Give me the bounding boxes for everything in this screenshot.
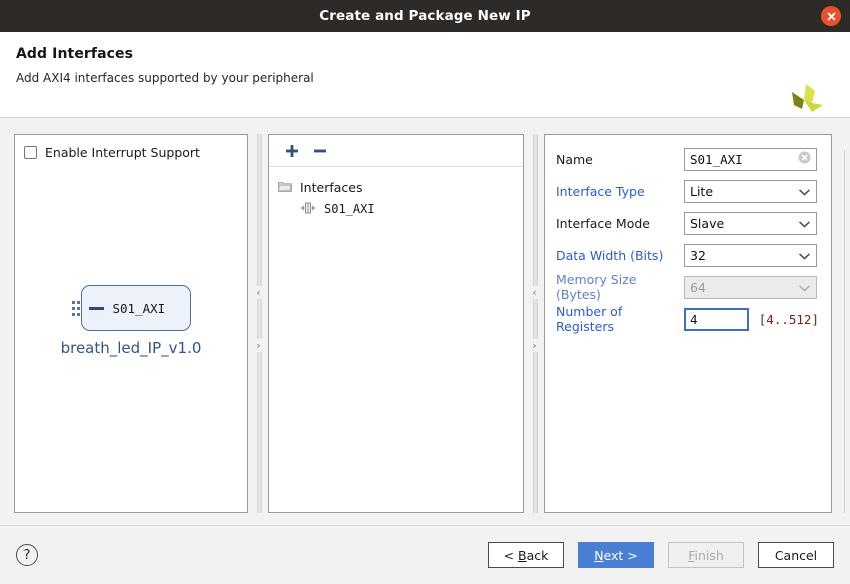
cancel-button-label: Cancel (774, 547, 818, 563)
interface-mode-label: Interface Mode (556, 215, 650, 231)
memory-size-label: Memory Size (Bytes) (556, 272, 637, 302)
finish-button: Finish (668, 542, 744, 568)
memory-size-value: 64 (690, 279, 706, 295)
enable-interrupt-support-checkbox[interactable] (24, 146, 37, 159)
data-width-value: 32 (690, 247, 706, 263)
splitter-right[interactable]: ‹ › (524, 134, 544, 513)
field-row-memory-size: Memory Size (Bytes) 64 (556, 272, 819, 302)
right-edge-rail (844, 150, 850, 513)
tree-item-interfaces[interactable]: Interfaces (277, 176, 523, 198)
next-button[interactable]: Next > (578, 542, 654, 568)
chevron-right-icon[interactable]: › (253, 339, 264, 352)
interface-properties-panel: Name S01_AXI Interface Type Lite Interfa… (544, 134, 832, 513)
field-row-number-of-registers: Number of Registers 4 [4..512] (556, 304, 819, 334)
chevron-right-icon[interactable]: › (529, 339, 540, 352)
dialog-header: Add Interfaces Add AXI4 interfaces suppo… (0, 32, 850, 118)
ip-module-name: breath_led_IP_v1.0 (60, 339, 202, 357)
close-icon[interactable] (821, 6, 841, 26)
ip-interface-block[interactable]: S01_AXI (80, 285, 191, 331)
field-row-name: Name S01_AXI (556, 147, 819, 171)
name-input[interactable]: S01_AXI (684, 147, 817, 171)
tree-toolbar (269, 135, 523, 167)
number-of-registers-input[interactable]: 4 (684, 307, 749, 331)
enable-interrupt-support-row[interactable]: Enable Interrupt Support (15, 135, 247, 160)
chevron-down-icon (799, 280, 810, 295)
tree-item-s01-axi[interactable]: S01_AXI (278, 198, 523, 220)
page-subtitle: Add AXI4 interfaces supported by your pe… (16, 71, 314, 85)
data-width-select[interactable]: 32 (684, 243, 817, 267)
back-button-label: < Back (503, 547, 549, 563)
chevron-down-icon (799, 248, 810, 263)
dialog-button-group: < Back Next > Finish Cancel (488, 542, 834, 568)
folder-icon (277, 180, 292, 195)
number-of-registers-range-hint: [4..512] (758, 311, 819, 327)
data-width-label: Data Width (Bits) (556, 247, 664, 263)
next-button-label: Next > (594, 547, 638, 563)
tree-item-label: S01_AXI (324, 202, 375, 216)
tree-item-label: Interfaces (300, 179, 363, 195)
memory-size-select: 64 (684, 275, 817, 299)
splitter-bar[interactable] (257, 134, 262, 513)
back-button[interactable]: < Back (488, 542, 564, 568)
interface-type-value: Lite (690, 183, 714, 199)
interface-type-label: Interface Type (556, 183, 645, 199)
window-title: Create and Package New IP (319, 8, 531, 24)
interfaces-tree-panel: Interfaces S01_AXI (268, 134, 524, 513)
help-button[interactable]: ? (16, 544, 38, 566)
create-package-ip-dialog: Create and Package New IP Add Interfaces… (0, 0, 850, 584)
chevron-down-icon (799, 184, 810, 199)
vivado-logo-icon (782, 78, 826, 122)
number-of-registers-value: 4 (690, 311, 698, 327)
number-of-registers-label: Number of Registers (556, 304, 623, 334)
ip-diagram-panel: Enable Interrupt Support S01_AXI breath_… (14, 134, 248, 513)
chevron-left-icon[interactable]: ‹ (529, 286, 540, 299)
dialog-body: Enable Interrupt Support S01_AXI breath_… (0, 118, 850, 513)
port-marker-icon (88, 306, 104, 310)
bus-interface-icon (300, 202, 316, 217)
splitter-bar[interactable] (533, 134, 538, 513)
ip-block-wrapper: S01_AXI (71, 285, 191, 331)
dialog-footer: ? < Back Next > Finish Cancel (0, 526, 850, 584)
field-row-interface-mode: Interface Mode Slave (556, 211, 819, 235)
name-input-value: S01_AXI (690, 151, 743, 167)
interface-properties-form: Name S01_AXI Interface Type Lite Interfa… (545, 135, 831, 334)
interfaces-tree: Interfaces S01_AXI (269, 167, 523, 220)
interface-mode-select[interactable]: Slave (684, 211, 817, 235)
interface-type-select[interactable]: Lite (684, 179, 817, 203)
help-icon: ? (23, 547, 31, 563)
field-row-data-width: Data Width (Bits) 32 (556, 243, 819, 267)
interface-mode-value: Slave (690, 215, 725, 231)
drag-handle-icon[interactable] (71, 297, 80, 319)
enable-interrupt-support-label: Enable Interrupt Support (45, 145, 200, 160)
chevron-down-icon (799, 216, 810, 231)
page-title: Add Interfaces (16, 46, 134, 62)
field-row-interface-type: Interface Type Lite (556, 179, 819, 203)
cancel-button[interactable]: Cancel (758, 542, 834, 568)
title-bar: Create and Package New IP (0, 0, 850, 32)
chevron-left-icon[interactable]: ‹ (253, 286, 264, 299)
ip-block-diagram: S01_AXI breath_led_IP_v1.0 (15, 285, 247, 357)
clear-icon[interactable] (798, 151, 811, 167)
add-interface-button[interactable] (282, 141, 302, 161)
splitter-left[interactable]: ‹ › (248, 134, 268, 513)
name-label: Name (556, 151, 593, 167)
ip-block-port-label: S01_AXI (112, 300, 166, 316)
finish-button-label: Finish (688, 547, 724, 563)
remove-interface-button[interactable] (310, 141, 330, 161)
